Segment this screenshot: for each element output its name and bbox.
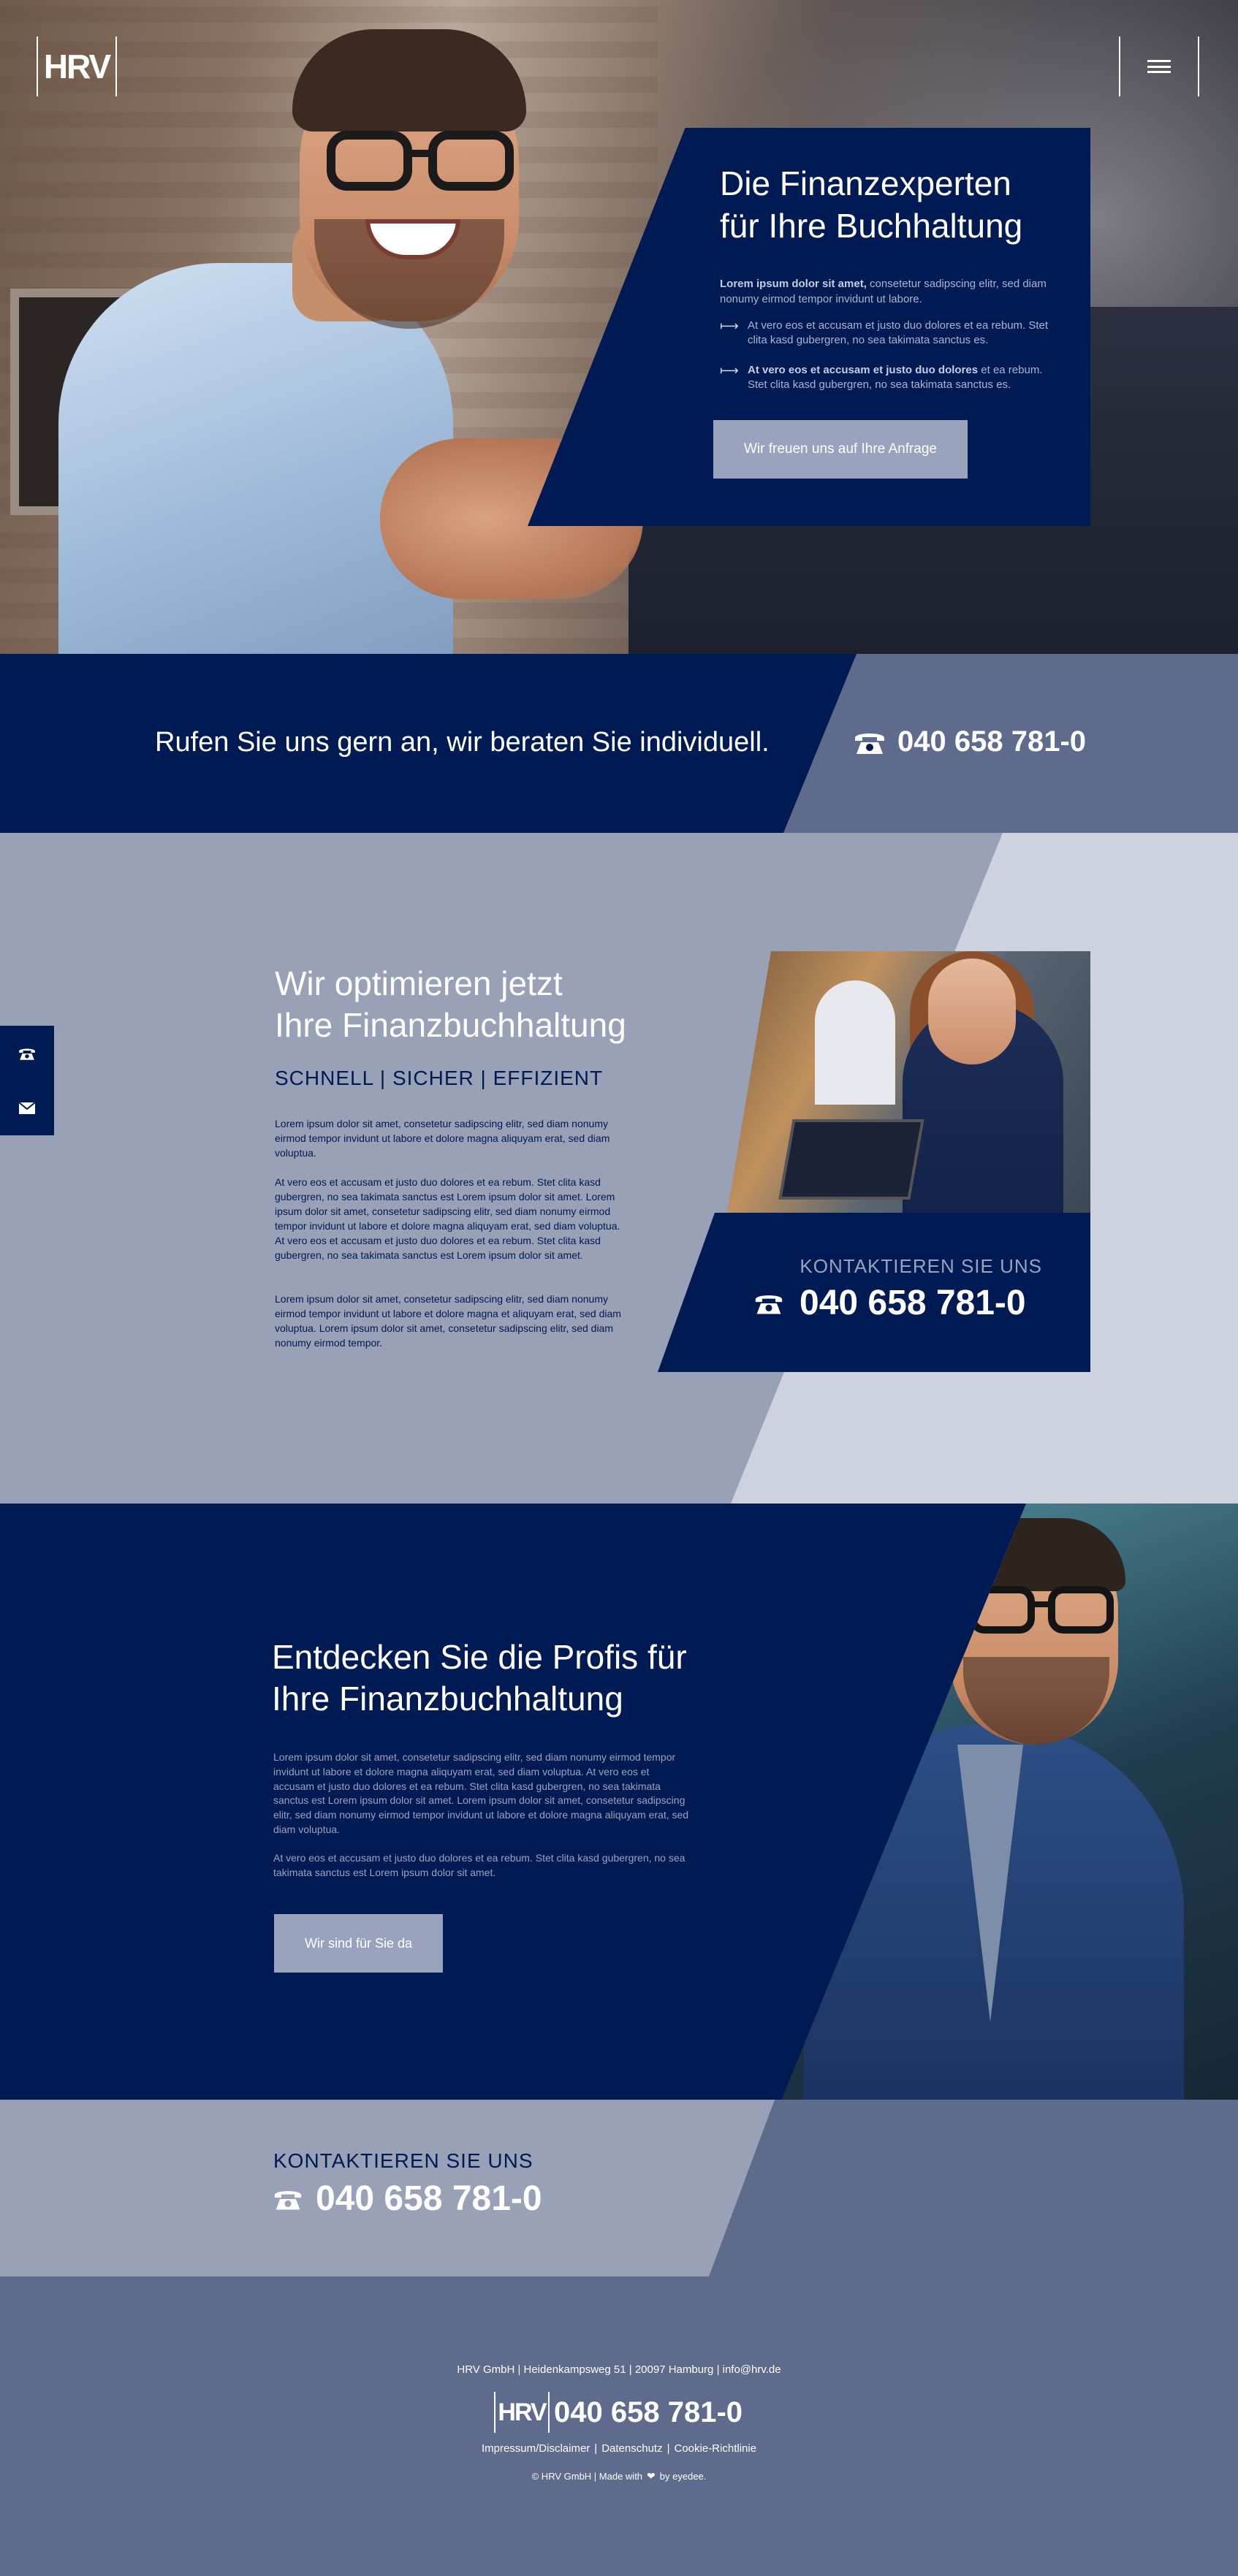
discover-cta-button[interactable]: Wir sind für Sie da	[274, 1914, 443, 1973]
side-contact-tabs	[0, 1026, 54, 1135]
footer-link-separator: |	[594, 2442, 598, 2455]
header-logo[interactable]: HRV	[37, 37, 117, 96]
optimize-contact-phone-number: 040 658 781-0	[800, 1284, 1026, 1322]
hero-request-button[interactable]: Wir freuen uns auf Ihre Anfrage	[713, 420, 968, 479]
photo-woman-face	[928, 959, 1016, 1064]
telephone-icon	[855, 733, 884, 754]
discover-title-line1: Entdecken Sie die Profis für	[272, 1638, 687, 1676]
telephone-icon	[755, 1295, 783, 1314]
footer-link-separator: |	[667, 2442, 670, 2455]
heart-icon: ❤	[647, 2470, 656, 2482]
optimize-photo-woman	[727, 951, 1090, 1213]
footer-link-datenschutz[interactable]: Datenschutz	[601, 2442, 662, 2455]
discover-paragraph: At vero eos et accusam et justo duo dolo…	[273, 1852, 686, 1878]
call-bar-phone-number: 040 658 781-0	[897, 725, 1087, 758]
discover-paragraph: Lorem ipsum dolor sit amet, consetetur s…	[273, 1751, 689, 1835]
telephone-icon	[19, 1048, 35, 1060]
hero-intro: Lorem ipsum dolor sit amet, consetetur s…	[720, 276, 1049, 307]
hero-title-line1: Die Finanzexperten	[720, 164, 1011, 202]
optimize-title-line1: Wir optimieren jetzt	[275, 964, 563, 1002]
hero-bullet-bold: At vero eos et accusam et justo duo dolo…	[748, 364, 979, 376]
optimize-paragraph: At vero eos et accusam et justo duo dolo…	[275, 1176, 620, 1261]
footer-credit-prefix: © HRV GmbH | Made with	[531, 2471, 643, 2482]
hero-bullet-text: At vero eos et accusam et justo duo dolo…	[748, 319, 1049, 346]
optimize-contact-phone-link[interactable]: 040 658 781-0	[754, 1283, 1026, 1323]
optimize-paragraph: Lorem ipsum dolor sit amet, consetetur s…	[275, 1293, 621, 1349]
contact-strip	[0, 2100, 1238, 2276]
hero-bullet: ⟼ At vero eos et accusam et justo duo do…	[720, 319, 1056, 348]
side-tab-mail[interactable]	[0, 1081, 54, 1135]
contact-strip-label: KONTAKTIEREN SIE UNS	[273, 2149, 533, 2172]
telephone-icon	[274, 2190, 302, 2210]
footer-links: Impressum/Disclaimer | Datenschutz | Coo…	[0, 2442, 1238, 2455]
hero-title: Die Finanzexperten für Ihre Buchhaltung	[720, 162, 1085, 247]
optimize-contact-label: KONTAKTIEREN SIE UNS	[800, 1255, 1042, 1277]
photo-background-person	[815, 980, 895, 1105]
call-bar-phone-link[interactable]: 040 658 781-0	[854, 725, 1086, 758]
footer-phone-link[interactable]: 040 658 781-0	[554, 2396, 743, 2429]
photo-laptop	[778, 1119, 924, 1200]
arrow-right-icon: ⟼	[720, 363, 739, 378]
contact-strip-phone-link[interactable]: 040 658 781-0	[273, 2179, 542, 2219]
footer-brand: HRV 040 658 781-0	[494, 2392, 743, 2433]
footer-address: HRV GmbH | Heidenkampsweg 51 | 20097 Ham…	[457, 2363, 781, 2376]
footer-link-cookie[interactable]: Cookie-Richtlinie	[675, 2442, 757, 2455]
footer-link-impressum[interactable]: Impressum/Disclaimer	[482, 2442, 590, 2455]
contact-strip-phone-number: 040 658 781-0	[316, 2179, 542, 2218]
side-tab-phone[interactable]	[0, 1026, 54, 1081]
hero-title-line2: für Ihre Buchhaltung	[720, 207, 1023, 245]
photo-man-hair	[943, 1518, 1125, 1591]
hero-man-hair	[292, 29, 526, 132]
envelope-icon	[18, 1101, 36, 1114]
call-bar-text: Rufen Sie uns gern an, wir beraten Sie i…	[155, 727, 770, 758]
footer-credit-suffix[interactable]: by eyedee.	[660, 2471, 707, 2482]
optimize-subtitle: SCHNELL | SICHER | EFFIZIENT	[275, 1067, 604, 1089]
photo-man-glasses	[969, 1586, 1114, 1634]
optimize-paragraph: Lorem ipsum dolor sit amet, consetetur s…	[275, 1118, 610, 1159]
hero-man-glasses	[327, 131, 514, 191]
hero-bullet: ⟼ At vero eos et accusam et justo duo do…	[720, 363, 1056, 392]
menu-button[interactable]	[1119, 37, 1199, 96]
optimize-title-line2: Ihre Finanzbuchhaltung	[275, 1006, 626, 1044]
discover-title-line2: Ihre Finanzbuchhaltung	[272, 1680, 623, 1718]
footer-logo[interactable]: HRV	[494, 2392, 550, 2433]
discover-title: Entdecken Sie die Profis für Ihre Finanz…	[272, 1636, 725, 1720]
optimize-title: Wir optimieren jetzt Ihre Finanzbuchhalt…	[275, 963, 713, 1046]
hero-intro-bold: Lorem ipsum dolor sit amet,	[720, 278, 867, 290]
hamburger-icon	[1147, 60, 1171, 73]
arrow-right-icon: ⟼	[720, 319, 739, 333]
footer-credit: © HRV GmbH | Made with ❤ by eyedee.	[0, 2470, 1238, 2482]
